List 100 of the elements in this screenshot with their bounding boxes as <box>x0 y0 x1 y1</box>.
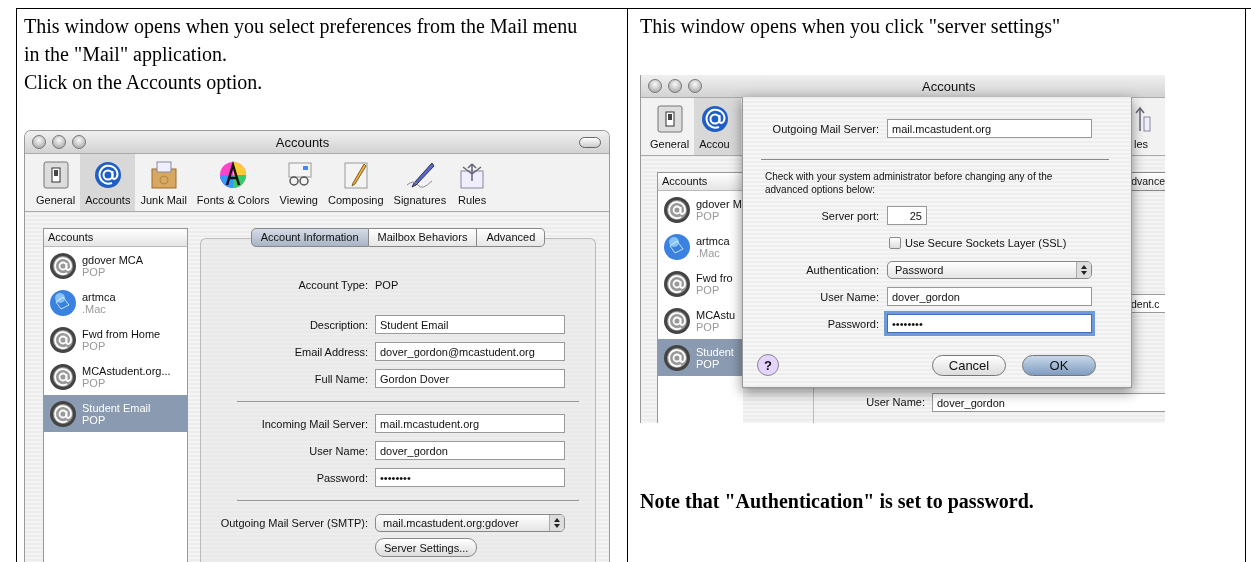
list-header: Accounts <box>44 229 187 247</box>
text-field[interactable]: Student Email <box>375 315 565 334</box>
field-label: Authentication: <box>805 263 880 276</box>
account-name: gdover M <box>696 197 742 210</box>
at-sign-icon <box>48 361 78 392</box>
window-control-button[interactable] <box>52 135 66 149</box>
at-sign-icon <box>662 268 692 299</box>
toolbar-button[interactable]: Junk Mail <box>135 154 192 211</box>
cancel-button[interactable]: Cancel <box>932 354 1006 376</box>
toolbar-button[interactable]: Signatures <box>388 154 452 211</box>
checkbox-label: Use Secure Sockets Layer (SSL) <box>905 236 1067 249</box>
password-field[interactable]: •••••••• <box>887 314 1092 333</box>
field-label: User Name: <box>819 290 880 303</box>
instruction-text: Check with your system administrator before changing any of the advanced options below: <box>765 170 1054 196</box>
account-type: POP <box>82 265 106 278</box>
account-name: MCAstu <box>696 308 736 321</box>
account-type: .Mac <box>696 246 721 259</box>
window-title: Accounts <box>922 78 976 94</box>
toolbar-button[interactable]: les <box>1134 98 1165 155</box>
text-field[interactable]: Gordon Dover <box>375 369 565 388</box>
account-name: artmca <box>696 234 730 247</box>
toolbar-button[interactable]: Fonts & Colors <box>191 154 275 211</box>
ok-button[interactable]: OK <box>1022 354 1096 376</box>
stepper-arrows-icon <box>549 514 564 531</box>
toolbar-button[interactable]: Accou <box>694 98 742 155</box>
text-field[interactable]: dover_gordon <box>887 287 1092 306</box>
account-type: POP <box>82 413 107 426</box>
server-settings-button[interactable]: Server Settings... <box>375 538 478 557</box>
account-type: POP <box>696 320 721 333</box>
field-label: Server port: <box>820 209 880 222</box>
password-field[interactable]: •••••••• <box>375 468 565 487</box>
at-sign-icon <box>48 324 78 355</box>
toolbar-button[interactable]: General <box>31 154 81 211</box>
account-item[interactable]: MCAstu POP <box>658 302 743 339</box>
help-button[interactable]: ? <box>757 354 779 376</box>
tab[interactable]: Mailbox Behaviors <box>368 228 478 247</box>
account-type: POP <box>696 283 721 296</box>
text-field[interactable]: 25 <box>887 206 927 225</box>
list-header: Accounts <box>658 173 743 191</box>
account-type: .Mac <box>82 302 107 315</box>
toolbar-button[interactable]: Accounts <box>80 154 136 211</box>
window-control-button[interactable] <box>668 79 682 93</box>
instruction-text: This window opens when you select preferences from the Mail menu in the "Mail" application. <box>24 14 579 68</box>
field-label: Password: <box>826 317 880 330</box>
field-label: Email Address: <box>293 345 369 358</box>
stepper-arrows-icon <box>1076 261 1091 278</box>
tab[interactable]: Advanced <box>477 228 546 247</box>
window-control-button[interactable] <box>648 79 662 93</box>
popup-menu[interactable]: Password <box>887 260 1092 279</box>
window-title: Accounts <box>274 134 331 150</box>
account-item[interactable]: gdover MCA POP <box>44 247 187 284</box>
account-item[interactable]: gdover M POP <box>658 191 743 228</box>
text-field[interactable]: mail.mcastudent.org <box>375 414 565 433</box>
tab[interactable]: Account Information <box>250 228 369 247</box>
account-name: Student <box>696 345 734 358</box>
field-label: Full Name: <box>313 372 369 385</box>
account-item[interactable]: artmca .Mac <box>658 228 743 265</box>
field-value: POP <box>375 278 399 291</box>
window-control-button[interactable] <box>72 135 86 149</box>
text-field[interactable]: mail.mcastudent.org <box>887 119 1092 138</box>
field-label: Password: <box>315 471 369 484</box>
toolbar-button[interactable]: Composing <box>322 154 389 211</box>
field-label: Outgoing Mail Server: <box>771 122 880 135</box>
at-sign-icon <box>48 250 78 281</box>
window-control-button[interactable] <box>688 79 702 93</box>
text-field[interactable]: dover_gordon@mcastudent.org <box>375 342 565 361</box>
toolbar-button[interactable]: General <box>645 98 695 155</box>
field-label: Description: <box>308 318 369 331</box>
account-name: Fwd from Home <box>82 327 161 340</box>
account-name: Fwd fro <box>696 271 733 284</box>
note-text: Note that "Authentication" is set to password. <box>640 489 1035 515</box>
window-control-button[interactable] <box>32 135 46 149</box>
at-sign-icon <box>48 398 78 429</box>
account-type: POP <box>696 209 720 222</box>
field-label: Account Type: <box>297 278 369 291</box>
field-label: User Name: <box>308 444 369 457</box>
account-type: POP <box>82 376 106 389</box>
toolbar-toggle-button[interactable] <box>579 136 601 148</box>
account-name: gdover MCA <box>82 253 144 266</box>
account-item[interactable]: Fwd from Home POP <box>44 321 187 358</box>
popup-menu[interactable]: mail.mcastudent.org:gdover <box>375 513 565 532</box>
text-field[interactable]: dover_gordon <box>932 392 1165 412</box>
account-item[interactable]: Fwd fro POP <box>658 265 743 302</box>
at-sign-icon <box>662 305 692 336</box>
field-label: Outgoing Mail Server (SMTP): <box>219 516 369 529</box>
account-type: POP <box>82 339 107 352</box>
account-item[interactable]: MCAstudent.org... POP <box>44 358 187 395</box>
account-name: Student Email <box>82 401 151 414</box>
instruction-text: Click on the Accounts option. <box>24 70 264 96</box>
field-label: User Name: <box>865 396 926 408</box>
at-sign-icon <box>662 194 692 225</box>
account-type: POP <box>696 357 721 370</box>
toolbar-button[interactable]: Viewing <box>274 154 323 211</box>
at-sign-icon <box>662 342 692 373</box>
checkbox[interactable] <box>889 236 901 249</box>
toolbar-button[interactable]: Rules <box>451 154 494 211</box>
account-name: artmca <box>82 290 116 303</box>
globe-icon <box>48 287 78 318</box>
account-item[interactable]: artmca .Mac <box>44 284 187 321</box>
text-field[interactable]: dover_gordon <box>375 441 565 460</box>
